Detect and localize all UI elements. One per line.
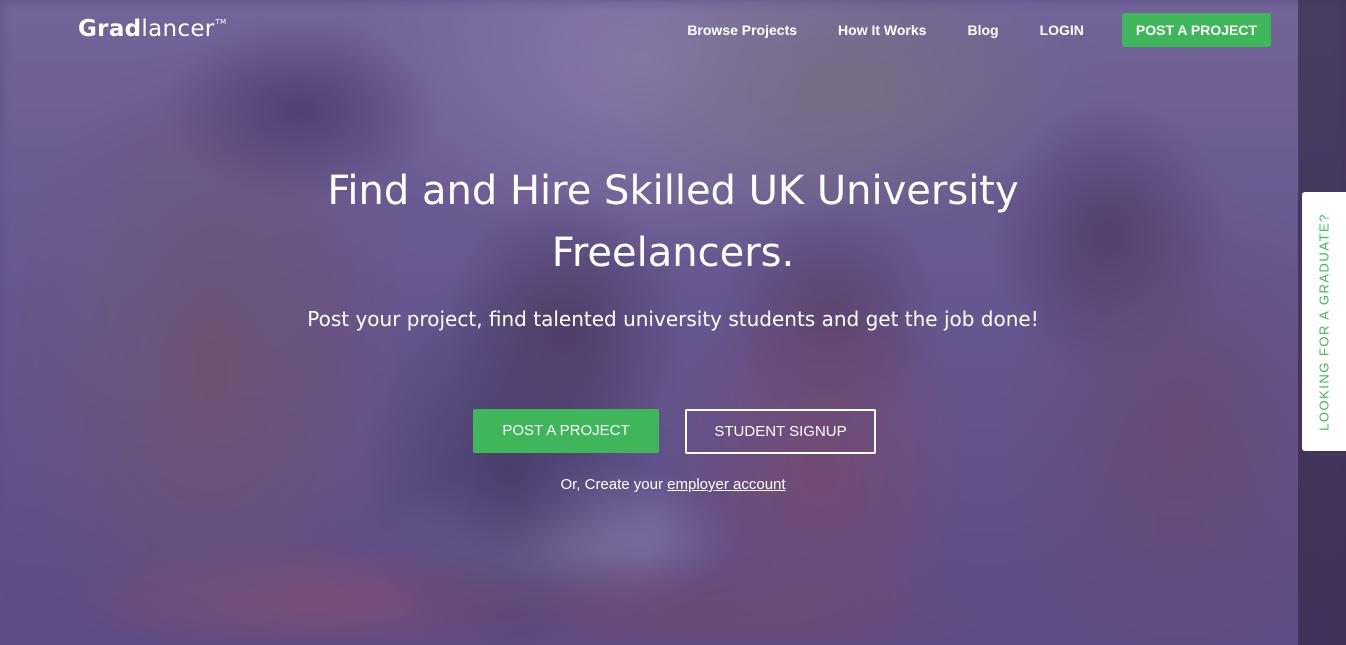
gradlancer-logo[interactable]: GradlancerTM xyxy=(78,16,226,42)
employer-account-link[interactable]: employer account xyxy=(667,476,785,493)
header-post-project-button[interactable]: POST A PROJECT xyxy=(1121,13,1271,47)
nav-how-it-works[interactable]: How It Works xyxy=(838,22,926,38)
looking-for-graduate-tab[interactable]: LOOKING FOR A GRADUATE? xyxy=(1302,192,1346,451)
logo-bold-text: Grad xyxy=(78,16,142,42)
employer-account-prompt: Or, Create your employer account xyxy=(473,476,873,493)
headline-line-1: Find and Hire Skilled UK University xyxy=(327,168,1019,214)
headline-line-2: Freelancers. xyxy=(551,230,795,276)
employer-prompt-text: Or, Create your xyxy=(560,476,663,493)
hero-headline: Find and Hire Skilled UK University Free… xyxy=(273,160,1073,284)
hero-section: GradlancerTM Browse Projects How It Work… xyxy=(0,0,1346,645)
side-tab-label: LOOKING FOR A GRADUATE? xyxy=(1316,212,1332,431)
logo-light-text: lancer xyxy=(141,16,215,42)
nav-browse-projects[interactable]: Browse Projects xyxy=(687,22,797,38)
top-nav: Browse Projects How It Works Blog LOGIN … xyxy=(646,13,1271,47)
logo-trademark: TM xyxy=(215,18,227,26)
nav-login[interactable]: LOGIN xyxy=(1040,22,1084,38)
nav-blog[interactable]: Blog xyxy=(967,22,998,38)
student-signup-button[interactable]: STUDENT SIGNUP xyxy=(685,409,876,454)
hero-subheading: Post your project, find talented univers… xyxy=(307,307,1039,331)
post-project-button[interactable]: POST A PROJECT xyxy=(473,409,659,453)
